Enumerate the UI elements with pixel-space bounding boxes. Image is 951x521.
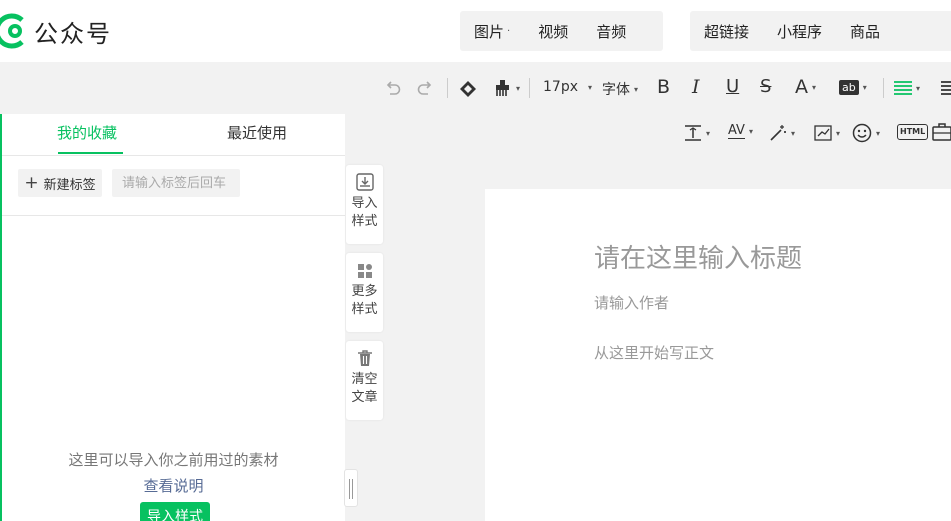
more-styles-side-button[interactable]: 更多 样式 xyxy=(346,253,383,332)
italic-button[interactable]: I xyxy=(692,76,700,98)
empty-state-hint: 这里可以导入你之前用过的素材 xyxy=(68,451,279,469)
list-icon xyxy=(941,81,951,95)
strikethrough-icon: S xyxy=(760,76,772,97)
import-style-button[interactable]: 导入样式 xyxy=(140,502,210,521)
font-family-select[interactable]: 字体 ▾ xyxy=(602,79,638,99)
font-color-button[interactable]: A ▾ xyxy=(795,76,816,98)
format-painter-icon xyxy=(496,80,509,96)
undo-icon xyxy=(386,81,401,95)
italic-icon: I xyxy=(692,76,700,98)
import-icon xyxy=(355,173,374,191)
author-input[interactable] xyxy=(594,294,894,312)
insert-toolbar: ▾ AV ▾ ▾ ▾ ▾ HTML xyxy=(344,114,951,152)
highlight-color-button[interactable]: ab ▾ xyxy=(839,80,867,95)
new-tag-button[interactable]: + 新建标签 xyxy=(18,169,102,197)
letter-spacing-button[interactable]: AV ▾ xyxy=(728,123,753,139)
bold-button[interactable]: B xyxy=(657,76,670,98)
logo-icon xyxy=(0,13,24,49)
view-guide-link[interactable]: 查看说明 xyxy=(2,475,345,496)
grid-icon xyxy=(357,264,372,278)
html-button[interactable]: HTML xyxy=(897,124,929,140)
template-button[interactable] xyxy=(932,123,951,141)
article-body-editor[interactable]: 从这里开始写正文 xyxy=(594,342,714,363)
media-insert-group: 图片 · 视频 音频 xyxy=(460,11,663,51)
briefcase-icon xyxy=(932,123,951,141)
divider xyxy=(2,155,345,156)
article-title-input[interactable] xyxy=(594,244,934,274)
chart-icon xyxy=(814,125,832,141)
tab-my-favorites[interactable]: 我的收藏 xyxy=(57,122,117,143)
highlight-icon: ab xyxy=(839,80,859,95)
app-name: 公众号 xyxy=(34,19,112,48)
font-color-icon: A xyxy=(795,76,808,98)
link-insert-group: 超链接 小程序 商品 xyxy=(690,11,951,51)
font-size-select[interactable]: 17px ▾ xyxy=(543,79,592,95)
undo-button[interactable] xyxy=(384,79,402,97)
underline-icon: U xyxy=(726,76,740,97)
toolbar-divider xyxy=(447,78,448,98)
toolbar-divider xyxy=(529,78,530,98)
redo-button[interactable] xyxy=(416,79,434,97)
magic-wand-button[interactable]: ▾ xyxy=(769,124,795,142)
active-tab-indicator xyxy=(58,152,123,154)
line-spacing-button[interactable]: ▾ xyxy=(684,124,710,142)
more-format-button[interactable] xyxy=(941,81,951,95)
format-painter-button[interactable]: ▾ xyxy=(494,78,520,98)
letter-spacing-icon: AV xyxy=(728,123,745,139)
clear-format-button[interactable] xyxy=(458,79,478,97)
toolbar-divider xyxy=(883,78,884,98)
insert-chart-button[interactable]: ▾ xyxy=(814,124,840,142)
editor-canvas[interactable] xyxy=(485,189,951,521)
panel-resize-handle[interactable] xyxy=(344,469,358,507)
emoji-icon xyxy=(852,123,872,143)
bold-icon: B xyxy=(657,76,671,98)
insert-image-button[interactable]: 图片 · xyxy=(460,21,524,42)
import-style-side-button[interactable]: 导入 样式 xyxy=(346,165,383,244)
eraser-icon xyxy=(460,81,476,97)
line-spacing-icon xyxy=(685,125,701,141)
magic-wand-icon xyxy=(770,125,786,141)
html-icon: HTML xyxy=(897,124,929,140)
app-logo[interactable]: 公众号 xyxy=(0,13,112,49)
insert-emoji-button[interactable]: ▾ xyxy=(852,123,880,143)
clear-article-side-button[interactable]: 清空 文章 xyxy=(346,341,383,420)
tab-recently-used[interactable]: 最近使用 xyxy=(227,122,287,143)
tag-input[interactable] xyxy=(112,169,240,197)
insert-audio-button[interactable]: 音频 xyxy=(582,21,640,42)
align-button[interactable]: ▾ xyxy=(894,81,920,95)
insert-product-button[interactable]: 商品 xyxy=(836,21,894,42)
insert-mini-program-button[interactable]: 小程序 xyxy=(763,21,836,42)
strikethrough-button[interactable]: S xyxy=(760,76,771,97)
divider xyxy=(2,215,345,216)
style-panel: 我的收藏 最近使用 + 新建标签 这里可以导入你之前用过的素材 查看说明 导入样… xyxy=(2,114,345,521)
align-icon xyxy=(894,81,912,95)
format-toolbar: ▾ 17px ▾ 字体 ▾ B I U S A ▾ ab ▾ ▾ xyxy=(0,62,951,114)
insert-hyperlink-button[interactable]: 超链接 xyxy=(690,21,763,42)
trash-icon xyxy=(357,350,372,366)
insert-video-button[interactable]: 视频 xyxy=(524,21,582,42)
plus-icon: + xyxy=(24,173,39,193)
redo-icon xyxy=(417,81,432,95)
underline-button[interactable]: U xyxy=(726,76,739,97)
top-header: 公众号 图片 · 视频 音频 超链接 小程序 商品 xyxy=(0,0,951,62)
